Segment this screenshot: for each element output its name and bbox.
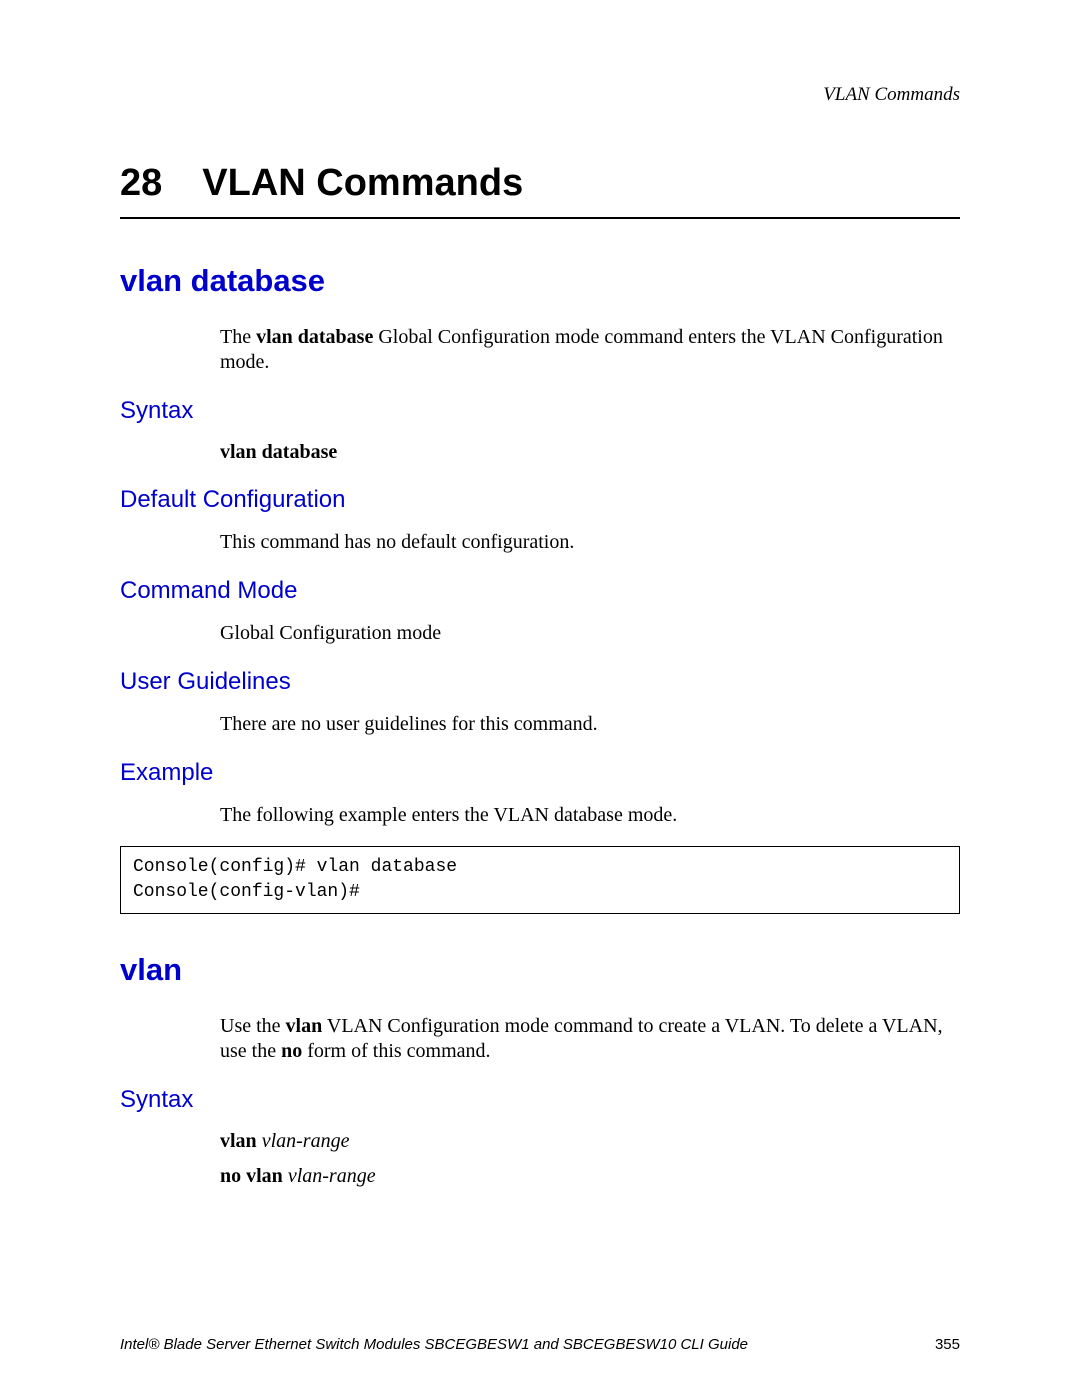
subsection-command-mode-heading: Command Mode [120,577,960,605]
chapter-title: VLAN Commands [202,162,523,204]
running-header: VLAN Commands [120,84,960,106]
subsection-user-guidelines-heading: User Guidelines [120,668,960,696]
chapter-number: 28 [120,162,162,205]
footer-page-number: 355 [935,1336,960,1353]
example-code-block: Console(config)# vlan database Console(c… [120,846,960,914]
syntax-line: vlan database [220,441,960,464]
text-bold: vlan database [256,326,373,348]
syntax-bold: no vlan [220,1165,283,1187]
section-vlan-intro: Use the vlan VLAN Configuration mode com… [220,1014,960,1064]
command-mode-body: Global Configuration mode [220,621,960,646]
section-vlan-title: vlan [120,952,960,988]
example-body: The following example enters the VLAN da… [220,803,960,828]
syntax-bold: vlan [220,1130,257,1152]
text-bold: vlan [286,1015,323,1037]
subsection-syntax-heading: Syntax [120,397,960,425]
syntax-line-2: no vlan vlan-range [220,1165,960,1188]
subsection-default-config-heading: Default Configuration [120,486,960,514]
subsection-example-heading: Example [120,759,960,787]
user-guidelines-body: There are no user guidelines for this co… [220,712,960,737]
chapter-heading: 28 VLAN Commands [120,162,960,205]
page-footer: Intel® Blade Server Ethernet Switch Modu… [120,1336,960,1353]
text-fragment: Use the [220,1015,286,1037]
syntax-line-1: vlan vlan-range [220,1130,960,1153]
text-fragment: form of this command. [302,1040,490,1062]
syntax-ital: vlan-range [262,1130,350,1152]
text-bold: no [281,1040,302,1062]
section-vlan-database-intro: The vlan database Global Configuration m… [220,325,960,375]
syntax-bold: vlan database [220,441,337,463]
section-vlan-database-title: vlan database [120,263,960,299]
default-config-body: This command has no default configuratio… [220,530,960,555]
subsection-syntax2-heading: Syntax [120,1086,960,1114]
syntax-ital: vlan-range [288,1165,376,1187]
page-container: VLAN Commands 28 VLAN Commands vlan datab… [0,0,1080,1397]
chapter-rule [120,217,960,219]
text-fragment: The [220,326,256,348]
footer-doc-title: Intel® Blade Server Ethernet Switch Modu… [120,1336,748,1353]
